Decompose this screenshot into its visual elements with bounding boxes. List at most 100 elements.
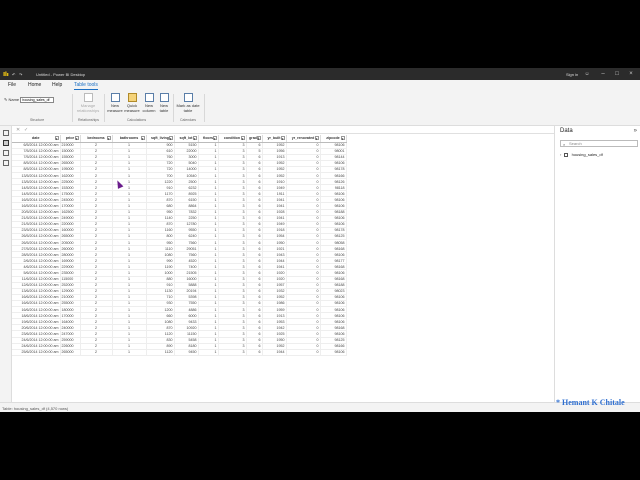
collapse-pane-icon[interactable]: » — [634, 128, 637, 134]
menu-file[interactable]: File — [8, 82, 16, 88]
search-icon: ⌕ — [563, 142, 566, 147]
column-header-price[interactable]: price ▾ — [60, 135, 81, 143]
menu-table-tools[interactable]: Table tools — [74, 82, 98, 90]
column-header-label: sqft_lot — [179, 136, 193, 141]
mark-as-date-table-label: Mark as date table — [176, 103, 200, 113]
table-cell[interactable]: 1 — [198, 349, 219, 356]
formula-bar[interactable]: ✕ ✓ — [12, 126, 554, 134]
column-header-label: yr_renovated — [291, 136, 315, 141]
data-pane-search[interactable]: ⌕ Search — [560, 140, 638, 147]
calendar-icon — [183, 93, 193, 102]
column-header-label: yr_built — [267, 136, 281, 141]
filter-dropdown-icon[interactable]: ▾ — [140, 136, 145, 141]
status-text: Table: housing_sales_df (4,570 rows) — [2, 406, 69, 411]
table-cell[interactable]: 2 — [80, 349, 113, 356]
column-icon — [144, 93, 154, 102]
dax-query-view-icon[interactable] — [3, 160, 9, 166]
table-cell[interactable]: 9450 — [174, 349, 199, 356]
filter-dropdown-icon[interactable]: ▾ — [74, 136, 79, 141]
filter-dropdown-icon[interactable]: ▾ — [280, 136, 285, 141]
redo-icon[interactable]: ↷ — [19, 72, 22, 77]
column-header-label: condition — [223, 136, 241, 141]
data-pane-title: Data — [560, 128, 573, 134]
filter-dropdown-icon[interactable]: ▾ — [106, 136, 111, 141]
sign-in-link[interactable]: Sign in — [566, 72, 578, 77]
new-table-button[interactable]: New table — [157, 93, 171, 113]
report-view-icon[interactable] — [3, 130, 9, 136]
column-header-sqft-lot[interactable]: sqft_lot ▾ — [174, 135, 199, 143]
column-header-label: date — [32, 136, 40, 141]
quick-measure-icon — [127, 93, 137, 102]
table-view-icon[interactable] — [3, 140, 9, 146]
column-header-bedrooms[interactable]: bedrooms ▾ — [80, 135, 113, 143]
table-cell[interactable]: 25/6/2014 12:00:00 am — [12, 349, 61, 356]
column-header-condition[interactable]: condition ▾ — [218, 135, 247, 143]
menu-home[interactable]: Home — [28, 82, 41, 88]
manage-relationships-button[interactable]: Manage relationships — [76, 93, 100, 113]
filter-dropdown-icon[interactable]: ▾ — [212, 136, 217, 141]
mark-as-date-table-button[interactable]: Mark as date table — [176, 93, 200, 113]
column-header-bathrooms[interactable]: bathrooms ▾ — [112, 135, 147, 143]
table-name-input[interactable] — [20, 97, 55, 103]
undo-icon[interactable]: ↶ — [12, 72, 15, 77]
manage-relationships-label: Manage relationships — [76, 103, 100, 113]
table-cell[interactable]: 265000 — [60, 349, 81, 356]
column-header-zipcode[interactable]: zipcode ▾ — [320, 135, 347, 143]
new-column-button[interactable]: New column — [141, 93, 157, 113]
pencil-icon: ✎ — [4, 97, 8, 103]
data-table: date ▾ price ▾ bedrooms ▾ bathrooms ▾ sqft_livin… — [12, 135, 347, 356]
menu-help[interactable]: Help — [52, 82, 62, 88]
relationships-icon — [83, 93, 93, 102]
header-row: date ▾ price ▾ bedrooms ▾ bathrooms ▾ sqft_livin… — [12, 135, 347, 143]
name-box: ✎ Name — [4, 97, 55, 103]
column-header-grade[interactable]: grade ▾ — [246, 135, 263, 143]
column-header-floors[interactable]: floors ▾ — [198, 135, 219, 143]
account-icon[interactable]: ☺ — [582, 70, 592, 78]
window-title: Untitled - Power BI Desktop — [36, 72, 86, 77]
commit-formula-icon[interactable]: ✓ — [24, 127, 28, 133]
filter-dropdown-icon[interactable]: ▾ — [240, 136, 245, 141]
table-icon — [159, 93, 169, 102]
column-header-yr-renovated[interactable]: yr_renovated ▾ — [286, 135, 321, 143]
minimize-icon[interactable]: – — [598, 70, 608, 78]
cancel-formula-icon[interactable]: ✕ — [16, 127, 20, 133]
calculations-group-label: Calculations — [127, 118, 147, 122]
table-cell[interactable]: 1944 — [262, 349, 287, 356]
data-pane-table-item[interactable]: › housing_sales_df — [560, 152, 603, 157]
filter-dropdown-icon[interactable]: ▾ — [192, 136, 197, 141]
power-bi-window: ↶ ↷ Untitled - Power BI Desktop Sign in … — [0, 68, 640, 412]
new-measure-button[interactable]: New measure — [107, 93, 123, 113]
status-bar: Table: housing_sales_df (4,570 rows) — [0, 402, 640, 412]
table-cell[interactable]: 0 — [286, 349, 321, 356]
table-cell[interactable]: 1120 — [146, 349, 175, 356]
chevron-right-icon[interactable]: › — [560, 152, 561, 157]
data-grid[interactable]: date ▾ price ▾ bedrooms ▾ bathrooms ▾ sqft_livin… — [12, 135, 554, 402]
filter-dropdown-icon[interactable]: ▾ — [168, 136, 173, 141]
column-header-label: floors — [203, 136, 213, 141]
quick-measure-label: Quick measure — [124, 103, 140, 113]
filter-dropdown-icon[interactable]: ▾ — [340, 136, 345, 141]
filter-dropdown-icon[interactable]: ▾ — [314, 136, 319, 141]
model-view-icon[interactable] — [3, 150, 9, 156]
data-pane-table-name: housing_sales_df — [571, 152, 603, 157]
column-header-sqft-living[interactable]: sqft_living ▾ — [146, 135, 175, 143]
filter-dropdown-icon[interactable]: ▾ — [256, 136, 261, 141]
calendars-group-label: Calendars — [180, 118, 196, 122]
table-icon — [564, 152, 569, 157]
calculator-icon — [110, 93, 120, 102]
close-icon[interactable]: × — [626, 70, 636, 78]
table-row[interactable]: 25/6/2014 12:00:00 am 265000 2 1 1120 9450 1 3 6… — [12, 349, 347, 356]
relationships-group-label: Relationships — [78, 118, 100, 122]
table-cell[interactable]: 3 — [218, 349, 247, 356]
blurred-region — [372, 235, 554, 355]
ribbon-separator — [72, 94, 73, 122]
column-header-date[interactable]: date ▾ — [12, 135, 61, 143]
table-cell[interactable]: 6 — [246, 349, 263, 356]
maximize-icon[interactable]: □ — [612, 70, 622, 78]
new-table-label: New table — [159, 103, 169, 113]
table-cell[interactable]: 98106 — [320, 349, 347, 356]
quick-measure-button[interactable]: Quick measure — [123, 93, 141, 113]
filter-dropdown-icon[interactable]: ▾ — [54, 136, 59, 141]
column-header-yr-built[interactable]: yr_built ▾ — [262, 135, 287, 143]
table-cell[interactable]: 1 — [112, 349, 147, 356]
